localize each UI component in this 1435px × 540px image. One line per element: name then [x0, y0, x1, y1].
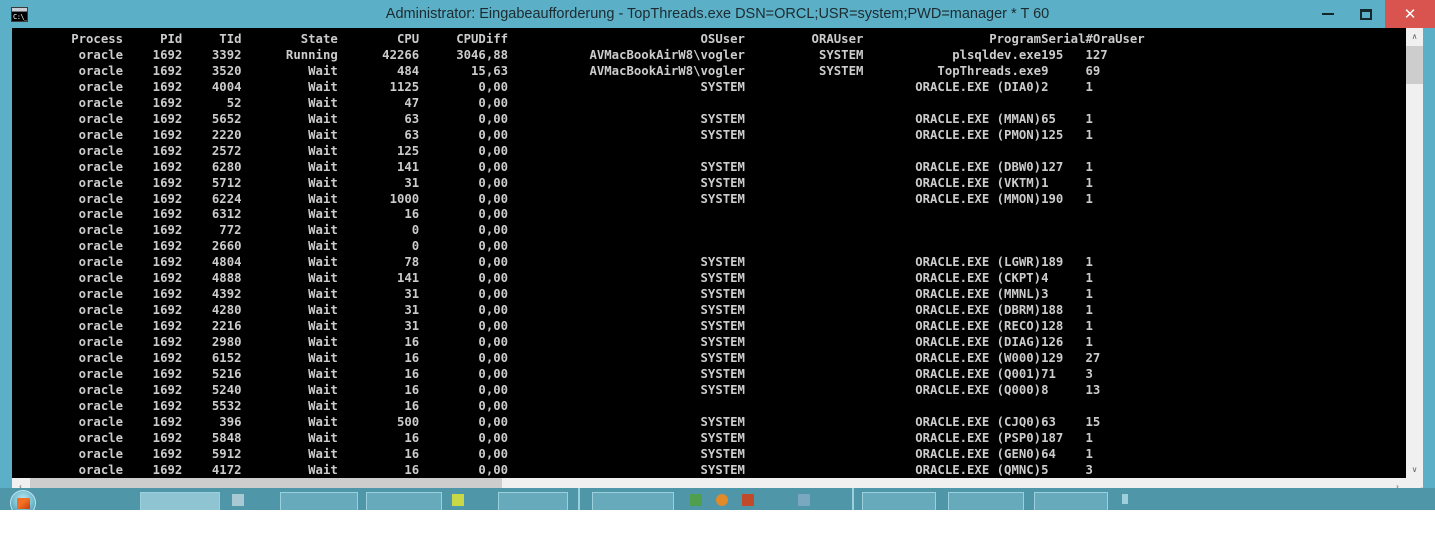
console-output-area[interactable]: Process PId TId State CPU CPUDiff OSUser… [12, 28, 1406, 478]
windows-flag-icon [17, 498, 30, 509]
window-controls: ✕ [1309, 0, 1435, 28]
taskbar-item-icon[interactable] [742, 494, 754, 506]
taskbar-item-icon[interactable] [716, 494, 728, 506]
taskbar-item-icon[interactable] [690, 494, 702, 506]
vertical-scrollbar-track[interactable] [1406, 45, 1423, 461]
scroll-down-button[interactable]: ∨ [1406, 461, 1423, 478]
taskbar-item[interactable] [862, 492, 936, 510]
chevron-down-icon: ∨ [1411, 465, 1418, 474]
close-icon: ✕ [1403, 4, 1417, 23]
taskbar-divider [578, 488, 580, 510]
window-titlebar[interactable]: C:\_ Administrator: Eingabeaufforderung … [0, 0, 1435, 28]
vertical-scrollbar[interactable]: ∧ ∨ [1406, 28, 1423, 478]
desktop-lower-area [0, 510, 1435, 540]
taskbar-item[interactable] [498, 492, 568, 510]
taskbar-item[interactable] [140, 492, 220, 510]
taskbar-item[interactable] [280, 492, 358, 510]
taskbar-divider [852, 488, 854, 510]
taskbar-item[interactable] [592, 492, 674, 510]
taskbar-item[interactable] [948, 492, 1024, 510]
minimize-button[interactable] [1309, 0, 1347, 28]
close-button[interactable]: ✕ [1385, 0, 1435, 28]
vertical-scrollbar-thumb[interactable] [1406, 46, 1423, 84]
taskbar-item[interactable] [366, 492, 442, 510]
taskbar-item-icon[interactable] [798, 494, 810, 506]
window-title: Administrator: Eingabeaufforderung - Top… [385, 6, 1050, 22]
start-button[interactable] [10, 490, 36, 510]
taskbar-item-icon[interactable] [232, 494, 244, 506]
console-text-buffer: Process PId TId State CPU CPUDiff OSUser… [71, 32, 1145, 477]
taskbar [0, 488, 1435, 510]
taskbar-item-icon[interactable] [1122, 494, 1128, 504]
minimize-icon [1322, 13, 1334, 15]
chevron-up-icon: ∧ [1411, 32, 1418, 41]
scroll-up-button[interactable]: ∧ [1406, 28, 1423, 45]
cmd-icon-prompt-text: C:\_ [12, 12, 28, 21]
desktop-background: C:\_ Administrator: Eingabeaufforderung … [0, 0, 1435, 540]
maximize-icon [1360, 8, 1372, 20]
taskbar-item-icon[interactable] [452, 494, 464, 506]
cmd-console-icon[interactable]: C:\_ [11, 7, 28, 22]
console-body: Process PId TId State CPU CPUDiff OSUser… [12, 28, 1423, 478]
taskbar-item[interactable] [1034, 492, 1108, 510]
maximize-button[interactable] [1347, 0, 1385, 28]
console-window: C:\_ Administrator: Eingabeaufforderung … [0, 0, 1435, 495]
